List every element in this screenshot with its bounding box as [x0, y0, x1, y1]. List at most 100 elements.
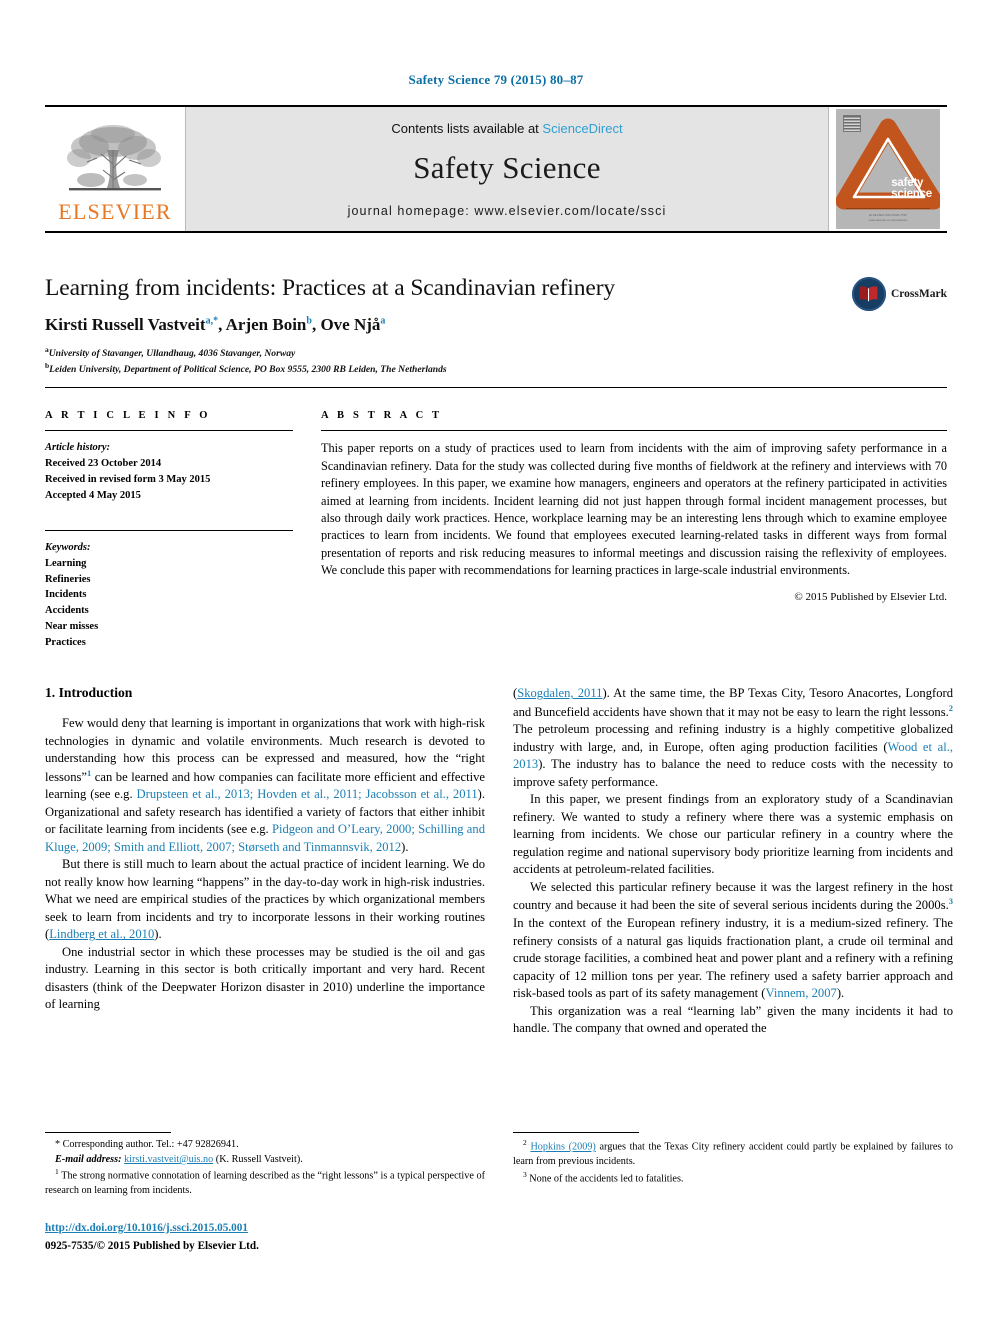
- keyword-item: Accidents: [45, 605, 89, 617]
- affiliation-item: aUniversity of Stavanger, Ullandhaug, 40…: [45, 345, 947, 361]
- affiliation-list: aUniversity of Stavanger, Ullandhaug, 40…: [45, 345, 947, 377]
- paragraph: (Skogdalen, 2011). At the same time, the…: [513, 685, 953, 791]
- footnote-reference[interactable]: 3: [949, 896, 953, 906]
- corresponding-author-note: * Corresponding author. Tel.: +47 928269…: [55, 1139, 239, 1151]
- keyword-item: Near misses: [45, 621, 99, 633]
- footnote-divider: [513, 1132, 639, 1134]
- paragraph-text: ).: [401, 839, 409, 854]
- footnote-divider: [45, 1132, 171, 1134]
- footnote-2: 2 Hopkins (2009) argues that the Texas C…: [513, 1138, 953, 1169]
- abstract-copyright: © 2015 Published by Elsevier Ltd.: [794, 590, 947, 603]
- keyword-item: Refineries: [45, 573, 91, 585]
- keywords-block: Keywords: Learning Refineries Incidents …: [45, 529, 293, 651]
- body-columns: 1. Introduction Few would deny that lear…: [45, 685, 953, 1037]
- cover-title-line2: science: [891, 188, 932, 201]
- keyword-item: Incidents: [45, 589, 87, 601]
- article-history-item: Accepted 4 May 2015: [45, 489, 141, 501]
- elsevier-tree-icon: [67, 124, 161, 190]
- article-history-label: Article history:: [45, 442, 111, 454]
- paragraph-text: In this paper, we present findings from …: [513, 792, 953, 877]
- journal-banner: Contents lists available at ScienceDirec…: [185, 107, 829, 231]
- paragraph-text: We selected this particular refinery bec…: [513, 879, 953, 913]
- author-name: Kirsti Russell Vastveit: [45, 315, 206, 334]
- abstract-heading: A B S T R A C T: [321, 410, 443, 422]
- info-abstract-row: A R T I C L E I N F O Article history: R…: [45, 410, 947, 651]
- article-history-item: Received 23 October 2014: [45, 457, 162, 469]
- paragraph-container-left: Few would deny that learning is importan…: [45, 715, 485, 1014]
- section-heading: 1. Introduction: [45, 685, 133, 701]
- footnotes-right: 2 Hopkins (2009) argues that the Texas C…: [513, 1132, 953, 1255]
- author-name: Arjen Boin: [225, 315, 307, 334]
- publisher-logo: ELSEVIER: [45, 107, 185, 231]
- sciencedirect-link[interactable]: ScienceDirect: [542, 121, 622, 136]
- affiliation-item: bLeiden University, Department of Politi…: [45, 361, 947, 377]
- paragraph: This organization was a real “learning l…: [513, 1003, 953, 1038]
- issn-copyright: 0925-7535/© 2015 Published by Elsevier L…: [45, 1240, 259, 1253]
- author-list: Kirsti Russell Vastveita,*, Arjen Boinb,…: [45, 315, 386, 334]
- paragraph-text: ). The industry has to balance the need …: [513, 757, 953, 789]
- contents-prefix: Contents lists available at: [391, 120, 543, 136]
- paragraph: Few would deny that learning is importan…: [45, 715, 485, 856]
- divider: [45, 529, 293, 531]
- cover-divider: [846, 207, 930, 209]
- paragraph-text: This organization was a real “learning l…: [513, 1003, 953, 1036]
- contents-line: Contents lists available at ScienceDirec…: [391, 121, 622, 136]
- body-column-left: 1. Introduction Few would deny that lear…: [45, 685, 485, 1037]
- divider: [321, 430, 947, 432]
- footnote-1-text: The strong normative connotation of lear…: [45, 1170, 485, 1197]
- paragraph-text: ).: [836, 986, 845, 1001]
- paragraph: We selected this particular refinery bec…: [513, 879, 953, 1003]
- paragraph: In this paper, we present findings from …: [513, 791, 953, 879]
- citation-link[interactable]: Drupsteen et al., 2013; Hovden et al., 2…: [137, 787, 478, 801]
- page-title: Learning from incidents: Practices at a …: [45, 275, 616, 301]
- body-column-right: (Skogdalen, 2011). At the same time, the…: [513, 685, 953, 1037]
- email-link[interactable]: kirsti.vastveit@uis.no: [124, 1154, 213, 1165]
- cover-fineprint: ELSEVIER ISSN 0925-7535 www.elsevier.com…: [836, 213, 940, 222]
- journal-homepage-link[interactable]: journal homepage: www.elsevier.com/locat…: [348, 204, 667, 218]
- footnote-reference[interactable]: 2: [949, 703, 953, 713]
- paragraph-container-right: (Skogdalen, 2011). At the same time, the…: [513, 685, 953, 1037]
- author-marks[interactable]: b: [306, 315, 312, 326]
- paragraph-text: In the context of the European refinery …: [513, 916, 953, 1001]
- paragraph: But there is still much to learn about t…: [45, 856, 485, 944]
- author-marks[interactable]: a: [380, 315, 385, 326]
- paragraph-text: One industrial sector in which these pro…: [45, 944, 485, 1012]
- footnote-2-citation[interactable]: Hopkins (2009): [530, 1142, 595, 1153]
- cover-fineprint-line2: www.elsevier.com/locate/ssci: [868, 217, 908, 222]
- journal-title: Safety Science: [413, 149, 601, 185]
- title-block: Learning from incidents: Practices at a …: [45, 275, 947, 389]
- author-marks[interactable]: a,*: [206, 315, 219, 326]
- penrose-triangle-icon: [836, 118, 940, 210]
- crossmark-label: CrossMark: [890, 288, 947, 300]
- footnote-3: 3 None of the accidents led to fatalitie…: [513, 1170, 953, 1187]
- affiliation-text: University of Stavanger, Ullandhaug, 403…: [48, 348, 296, 360]
- paper-page: Safety Science 79 (2015) 80–87 ELSEVIER …: [0, 0, 992, 1323]
- divider: [45, 430, 293, 432]
- article-info-column: A R T I C L E I N F O Article history: R…: [45, 410, 293, 651]
- affiliation-text: Leiden University, Department of Politic…: [49, 364, 447, 376]
- abstract-text: This paper reports on a study of practic…: [321, 441, 947, 578]
- doi-block: http://dx.doi.org/10.1016/j.ssci.2015.05…: [45, 1221, 485, 1255]
- keyword-item: Practices: [45, 637, 86, 649]
- keyword-item: Learning: [45, 557, 87, 569]
- article-history-item: Received in revised form 3 May 2015: [45, 473, 211, 485]
- footnote-3-text: None of the accidents led to fatalities.: [529, 1173, 684, 1185]
- footnote-2-mark: 2: [523, 1138, 527, 1148]
- journal-masthead: ELSEVIER Contents lists available at Sci…: [45, 105, 947, 233]
- paragraph-text: ).: [154, 927, 162, 942]
- abstract-column: A B S T R A C T This paper reports on a …: [321, 410, 947, 651]
- email-suffix: (K. Russell Vastveit).: [215, 1153, 303, 1165]
- footnotes-row: * Corresponding author. Tel.: +47 928269…: [45, 1132, 953, 1255]
- footnotes-left: * Corresponding author. Tel.: +47 928269…: [45, 1132, 485, 1255]
- email-label: E-mail address:: [55, 1153, 122, 1165]
- citation-link[interactable]: Vinnem, 2007: [766, 986, 837, 1000]
- author-name: Ove Njå: [320, 315, 381, 334]
- doi-link[interactable]: http://dx.doi.org/10.1016/j.ssci.2015.05…: [45, 1221, 485, 1237]
- citation-link[interactable]: Lindberg et al., 2010: [49, 927, 154, 941]
- citation-link[interactable]: Skogdalen, 2011: [517, 686, 602, 700]
- running-head: Safety Science 79 (2015) 80–87: [408, 72, 584, 87]
- cover-title: safety science: [891, 177, 932, 201]
- journal-cover: safety science ELSEVIER ISSN 0925-7535 w…: [829, 107, 947, 231]
- publisher-name: ELSEVIER: [58, 198, 172, 224]
- crossmark-badge[interactable]: CrossMark: [851, 277, 947, 311]
